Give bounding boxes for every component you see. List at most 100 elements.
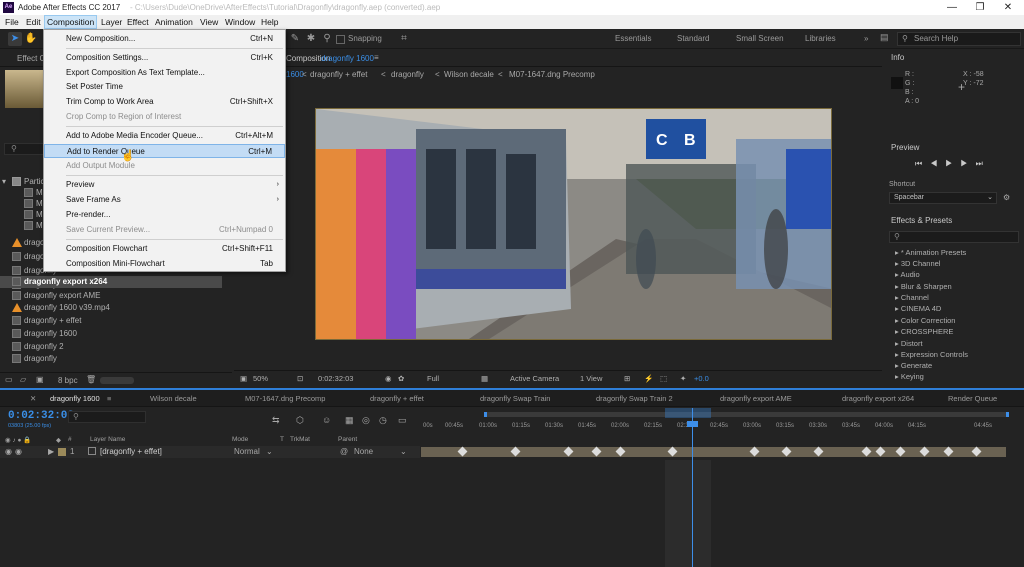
project-scrollbar[interactable] [100, 377, 134, 384]
selection-tool-icon[interactable]: ➤ [8, 32, 22, 46]
snap-options-icon[interactable]: ⌗ [397, 32, 411, 46]
effect-category[interactable]: ▸ Audio [895, 270, 920, 279]
keyframe[interactable] [563, 446, 574, 457]
view-layout-dropdown[interactable]: 1 View [580, 374, 602, 383]
menu-item-composition-mini-flowchart[interactable]: Composition Mini-Flowchart Tab [44, 257, 285, 271]
menu-item-pre-render[interactable]: Pre-render... [44, 208, 285, 222]
playhead[interactable] [692, 408, 693, 567]
breadcrumb-item[interactable]: dragonfly [391, 70, 424, 79]
composition-tab-name[interactable]: dragonfly 1600 [321, 54, 374, 63]
transparency-grid-icon[interactable]: ▦ [481, 374, 488, 383]
snapping-checkbox[interactable] [336, 35, 345, 44]
time-navigator-end-handle[interactable] [1006, 412, 1009, 417]
keyframe[interactable] [457, 446, 468, 457]
panel-menu-icon[interactable]: ≡ [107, 394, 111, 403]
menu-item-composition-flowchart[interactable]: Composition Flowchart Ctrl+Shift+F11 [44, 242, 285, 256]
timeline-tab[interactable]: dragonfly export AME [720, 394, 792, 403]
exposure-reset-icon[interactable]: ✦ [680, 374, 686, 383]
timeline-tab[interactable]: Wilson decale [150, 394, 197, 403]
timeline-tab[interactable]: dragonfly Swap Train [480, 394, 550, 403]
composition-frame[interactable]: C B [315, 108, 832, 340]
menu-item-trim-comp[interactable]: Trim Comp to Work Area Ctrl+Shift+X [44, 95, 285, 109]
toggle-pixel-icon[interactable]: ⊞ [624, 374, 630, 383]
snapshot-icon[interactable]: ◉ [385, 374, 392, 383]
keyframe[interactable] [861, 446, 872, 457]
effect-category[interactable]: ▸ Blur & Sharpen [895, 282, 952, 291]
panel-menu-icon[interactable]: ≡ [374, 53, 379, 62]
camera-dropdown[interactable]: Active Camera [510, 374, 559, 383]
timeline-timecode[interactable]: 0:02:32:03 [8, 410, 74, 422]
keyframe[interactable] [875, 446, 886, 457]
close-button[interactable]: ✕ [994, 1, 1022, 14]
menu-item-export-text-template[interactable]: Export Composition As Text Template... [44, 66, 285, 80]
menu-item-save-frame-as[interactable]: Save Frame As › [44, 193, 285, 207]
effect-category[interactable]: ▸ Keying [895, 372, 924, 381]
prev-frame-icon[interactable]: ◀ [930, 159, 945, 168]
info-panel-title[interactable]: Info [885, 51, 1024, 65]
hand-tool-icon[interactable]: ✋ [24, 32, 38, 46]
new-folder-icon[interactable]: ▱ [20, 375, 26, 384]
pin-tool-icon[interactable]: ⚲ [320, 32, 334, 46]
menu-composition[interactable]: Composition [44, 15, 98, 29]
3d-view-icon[interactable]: ⬚ [660, 374, 667, 383]
shortcut-dropdown[interactable]: Spacebar ⌄ [889, 192, 997, 204]
layer-name-header[interactable]: Layer Name [90, 436, 125, 443]
effect-category[interactable]: ▸ Channel [895, 293, 929, 302]
roto-brush-tool-icon[interactable]: ✎ [288, 32, 302, 46]
project-item[interactable]: dragonfly + effet [0, 315, 222, 326]
effect-category[interactable]: ▸ Generate [895, 361, 932, 370]
viewer-timecode[interactable]: 0:02:32:03 [318, 374, 353, 383]
keyframe[interactable] [781, 446, 792, 457]
breadcrumb-item[interactable]: Wilson decale [444, 70, 494, 79]
hide-shy-icon[interactable]: ☺ [322, 415, 331, 425]
interpret-footage-icon[interactable]: ▭ [5, 375, 13, 384]
disclosure-triangle-icon[interactable]: ▾ [2, 176, 6, 187]
keyframe[interactable] [591, 446, 602, 457]
menu-item-new-composition[interactable]: New Composition... Ctrl+N [44, 32, 285, 46]
workspace-standard[interactable]: Standard [677, 34, 709, 43]
zoom-dropdown[interactable]: 50% [253, 374, 268, 383]
color-channel-icon[interactable]: ✿ [398, 374, 404, 383]
region-icon[interactable]: ⊡ [297, 374, 303, 383]
project-item[interactable]: dragonfly [0, 353, 222, 364]
trkmat-header[interactable]: TrkMat [290, 436, 310, 443]
always-preview-icon[interactable]: ▣ [240, 374, 247, 383]
expand-triangle-icon[interactable]: ▶ [48, 447, 54, 456]
keyframe[interactable] [813, 446, 824, 457]
menu-view[interactable]: View [200, 17, 218, 27]
effect-category[interactable]: ▸ Expression Controls [895, 350, 968, 359]
layer-duration-bar[interactable] [421, 446, 1006, 457]
menu-window[interactable]: Window [225, 17, 255, 27]
last-frame-icon[interactable]: ⏭ [976, 159, 991, 168]
keyframe[interactable] [667, 446, 678, 457]
project-item-selected[interactable]: dragonfly export x264 [0, 276, 222, 288]
settings-icon[interactable]: ⚙ [1003, 193, 1010, 202]
menu-item-set-poster-time[interactable]: Set Poster Time [44, 80, 285, 94]
search-help-input[interactable]: ⚲ Search Help [897, 32, 1021, 46]
render-queue-tab[interactable]: Render Queue [948, 394, 997, 403]
parent-dropdown[interactable]: None [354, 447, 373, 456]
effect-category[interactable]: ▸ CINEMA 4D [895, 304, 941, 313]
puppet-tool-icon[interactable]: ✱ [304, 32, 318, 46]
menu-layer[interactable]: Layer [101, 17, 122, 27]
maximize-button[interactable]: ❐ [966, 1, 994, 14]
draft-3d-icon[interactable]: ⬡ [296, 415, 304, 426]
mode-header[interactable]: Mode [232, 436, 248, 443]
keyframe[interactable] [510, 446, 521, 457]
graph-editor-icon[interactable]: ◷ [379, 415, 387, 426]
preview-panel-title[interactable]: Preview [885, 141, 1024, 155]
breadcrumb-item[interactable]: M07-1647.dng Precomp [509, 70, 595, 79]
pick-whip-icon[interactable]: @ [340, 447, 348, 456]
timeline-tab[interactable]: dragonfly + effet [370, 394, 424, 403]
new-comp-icon[interactable]: ▣ [36, 375, 44, 384]
bpc-label[interactable]: 8 bpc [58, 376, 78, 385]
frame-blending-icon[interactable]: ▦ [345, 415, 354, 426]
audio-icon[interactable]: ◉ [15, 447, 22, 456]
workspace-small-screen[interactable]: Small Screen [736, 34, 784, 43]
project-item[interactable]: dragonfly 1600 v39.mp4 [0, 302, 222, 313]
project-item[interactable]: dragonfly 1600 [0, 328, 222, 339]
mode-dropdown[interactable]: Normal [234, 447, 260, 456]
trash-icon[interactable]: 🗑 [86, 375, 96, 384]
keyframe[interactable] [919, 446, 930, 457]
play-icon[interactable]: ▶ [945, 159, 960, 168]
